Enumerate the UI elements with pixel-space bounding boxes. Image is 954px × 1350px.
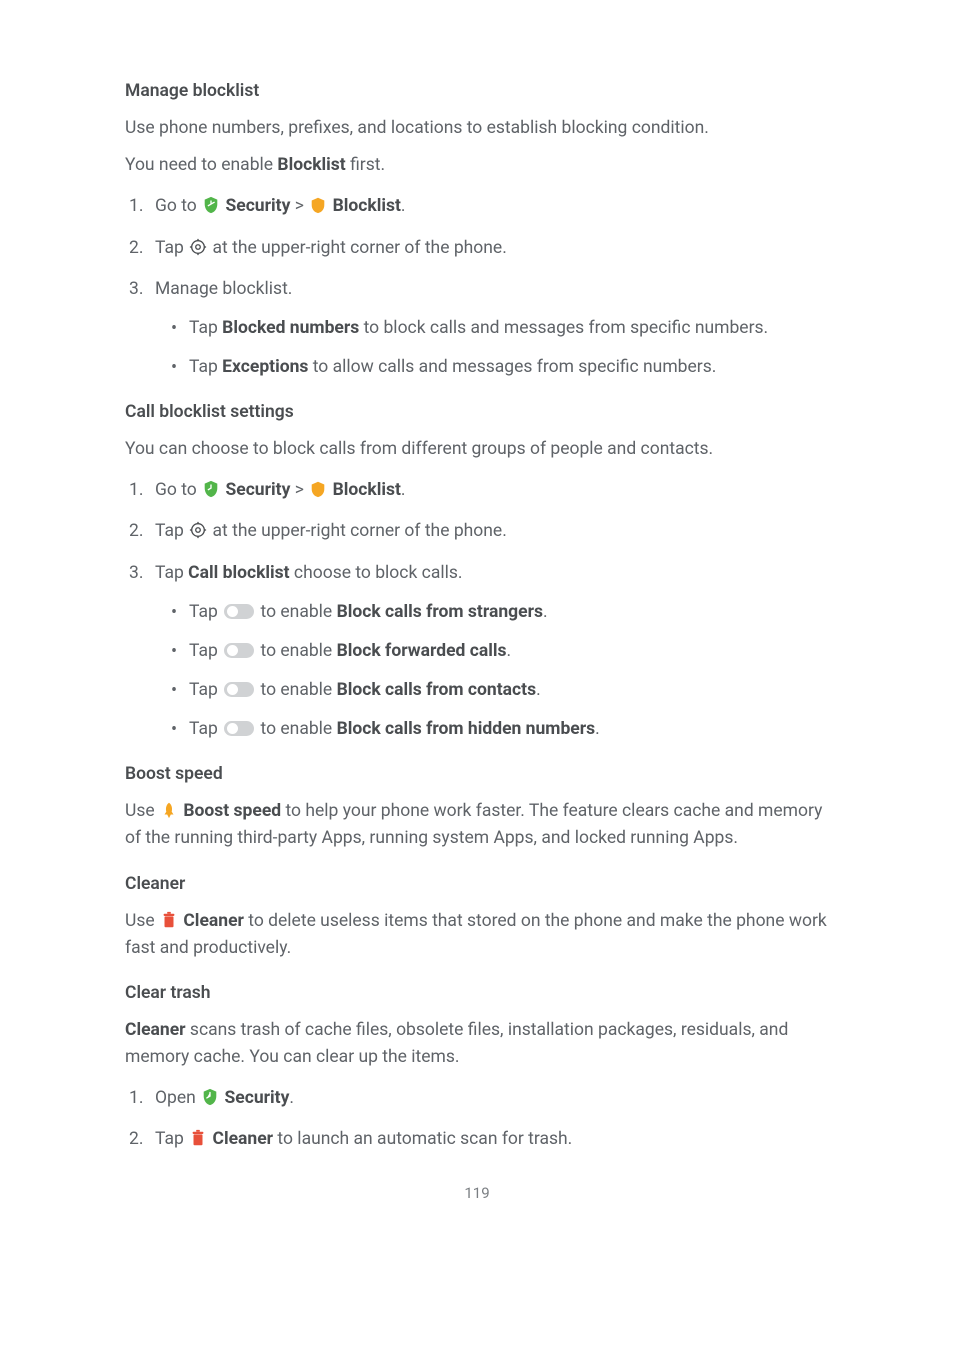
list-manage-sub: Tap Blocked numbers to block calls and m… — [155, 315, 829, 381]
toggle-contacts: Tap to enable Block calls from contacts. — [189, 677, 829, 704]
heading-cleaner: Cleaner — [125, 871, 829, 898]
text-boost-speed: Use Boost speed to help your phone work … — [125, 798, 829, 852]
cleaner-trash-icon — [160, 911, 178, 929]
heading-clear-trash: Clear trash — [125, 980, 829, 1007]
toggle-icon — [224, 603, 254, 620]
list-manage-steps: Go to Security > Blocklist. Tap at the u… — [125, 193, 829, 381]
text-call-intro: You can choose to block calls from diffe… — [125, 436, 829, 463]
blocklist-icon — [309, 196, 327, 214]
step-2: Tap Cleaner to launch an automatic scan … — [125, 1126, 829, 1153]
text-clear-trash: Cleaner scans trash of cache files, obso… — [125, 1017, 829, 1071]
step-1: Go to Security > Blocklist. — [125, 193, 829, 220]
list-call-toggles: Tap to enable Block calls from strangers… — [155, 599, 829, 744]
page-number: 119 — [125, 1182, 829, 1205]
text-manage-intro: Use phone numbers, prefixes, and locatio… — [125, 115, 829, 142]
step-1: Go to Security > Blocklist. — [125, 477, 829, 504]
blocklist-icon — [309, 480, 327, 498]
toggle-icon — [224, 642, 254, 659]
boost-speed-icon — [160, 801, 178, 819]
step-3: Tap Call blocklist choose to block calls… — [125, 560, 829, 744]
heading-manage-blocklist: Manage blocklist — [125, 78, 829, 105]
cleaner-trash-icon — [189, 1129, 207, 1147]
sub-exceptions: Tap Exceptions to allow calls and messag… — [189, 354, 829, 381]
step-3: Manage blocklist. Tap Blocked numbers to… — [125, 276, 829, 381]
security-icon — [201, 1088, 219, 1106]
settings-gear-icon — [189, 521, 207, 539]
heading-boost-speed: Boost speed — [125, 761, 829, 788]
step-1: Open Security. — [125, 1085, 829, 1112]
toggle-icon — [224, 720, 254, 737]
step-2: Tap at the upper-right corner of the pho… — [125, 235, 829, 262]
settings-gear-icon — [189, 238, 207, 256]
text-cleaner: Use Cleaner to delete useless items that… — [125, 908, 829, 962]
sub-blocked-numbers: Tap Blocked numbers to block calls and m… — [189, 315, 829, 342]
toggle-forwarded: Tap to enable Block forwarded calls. — [189, 638, 829, 665]
step-2: Tap at the upper-right corner of the pho… — [125, 518, 829, 545]
toggle-icon — [224, 681, 254, 698]
toggle-strangers: Tap to enable Block calls from strangers… — [189, 599, 829, 626]
security-icon — [202, 196, 220, 214]
security-icon — [202, 480, 220, 498]
heading-call-blocklist: Call blocklist settings — [125, 399, 829, 426]
list-clear-trash-steps: Open Security. Tap Cleaner to launch an … — [125, 1085, 829, 1153]
list-call-steps: Go to Security > Blocklist. Tap at the u… — [125, 477, 829, 743]
toggle-hidden: Tap to enable Block calls from hidden nu… — [189, 716, 829, 743]
text-manage-note: You need to enable Blocklist first. — [125, 152, 829, 179]
